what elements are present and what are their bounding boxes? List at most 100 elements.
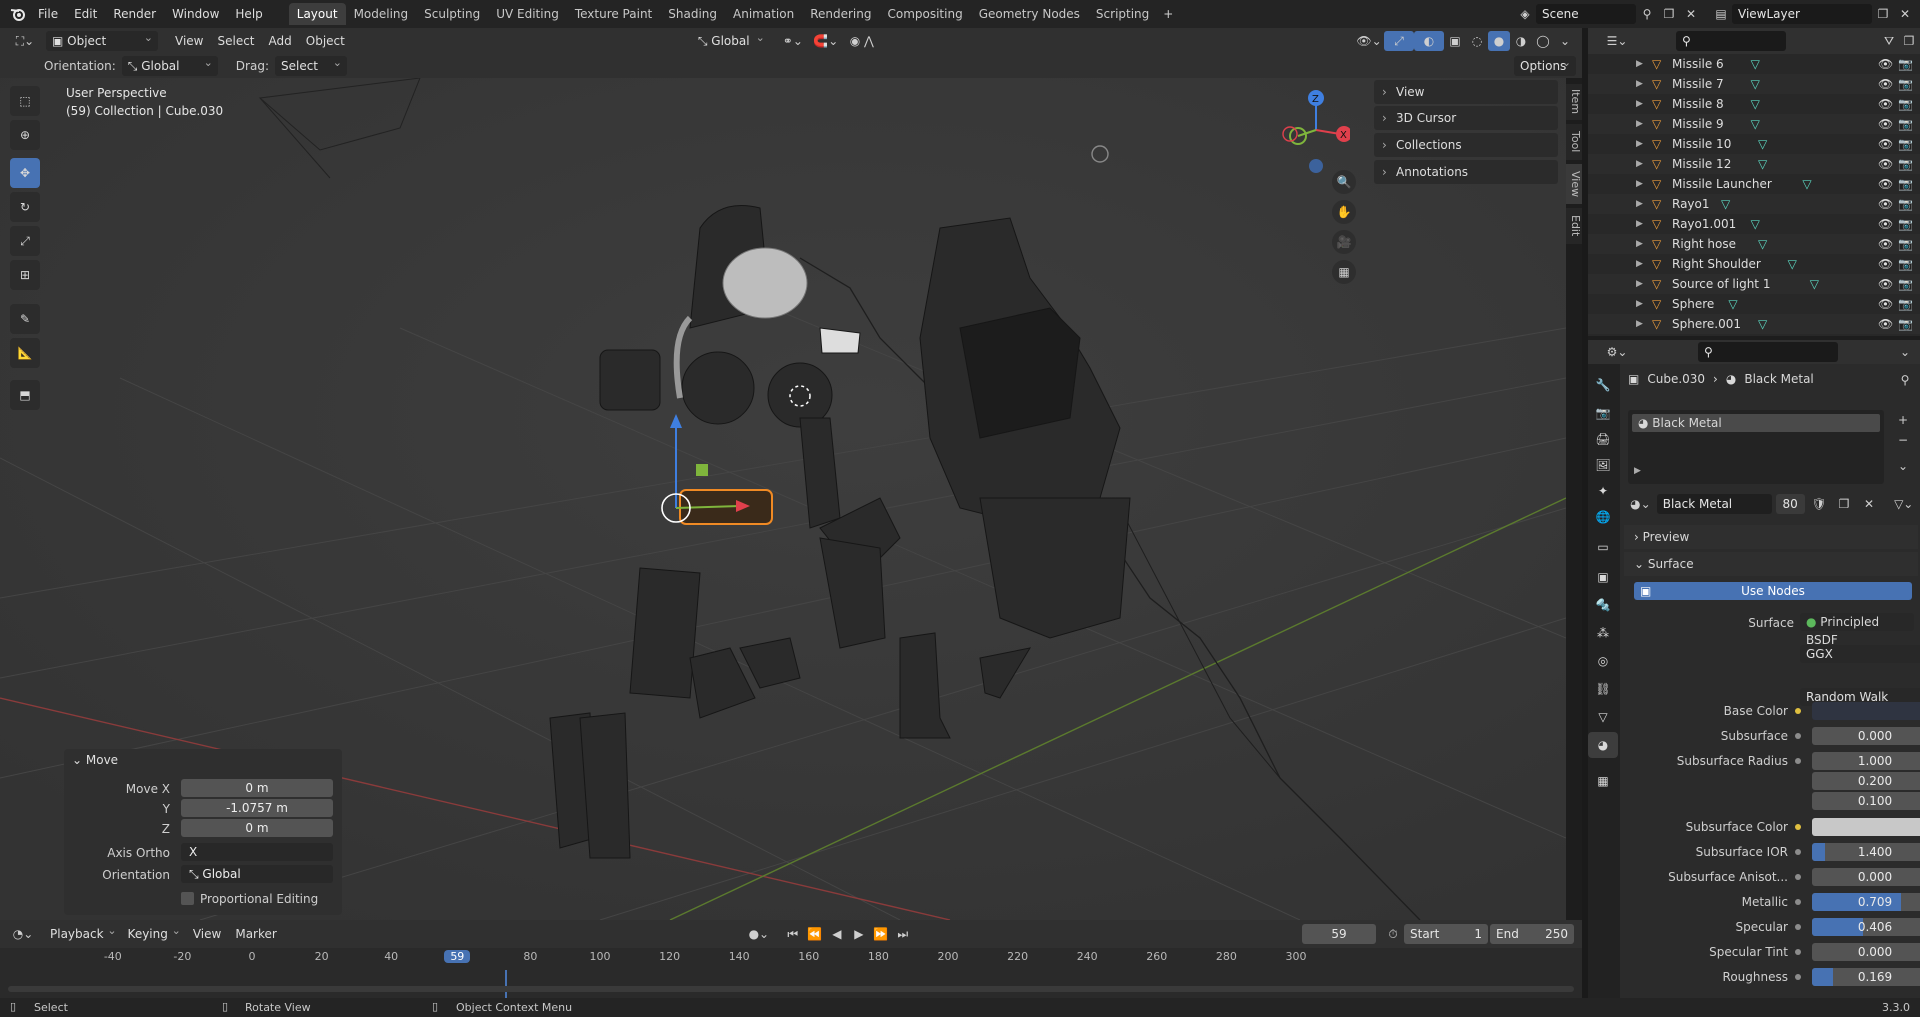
property-field[interactable]: 0.000 xyxy=(1812,943,1920,961)
view-layer-tab-icon[interactable]: 🖼 xyxy=(1588,452,1618,478)
visibility-eye-icon[interactable]: 👁 xyxy=(1878,257,1893,271)
mode-dropdown[interactable]: ▣ Object Mode xyxy=(46,28,158,68)
blender-logo-icon[interactable] xyxy=(6,4,30,24)
expand-arrow-icon[interactable]: ▶ xyxy=(1636,259,1643,269)
menu-help[interactable]: Help xyxy=(227,3,270,25)
visibility-eye-icon[interactable]: 👁 xyxy=(1878,217,1893,231)
list-expand-icon[interactable]: ▶ xyxy=(1634,466,1641,476)
outliner-row[interactable]: ▶ ▽ Right Shoulder ▽ 👁 📷 xyxy=(1588,254,1920,274)
tool-transform[interactable]: ⊞ xyxy=(10,260,40,290)
new-scene-icon[interactable]: ❐ xyxy=(1658,4,1680,24)
render-camera-icon[interactable]: 📷 xyxy=(1898,257,1913,271)
orientation-panel-dropdown[interactable]: ⤡ Global xyxy=(181,865,333,883)
menu-add[interactable]: Add xyxy=(262,34,299,48)
xray-icon[interactable]: ▣ xyxy=(1444,31,1466,51)
render-camera-icon[interactable]: 📷 xyxy=(1898,137,1913,151)
tab-animation[interactable]: Animation xyxy=(725,3,802,25)
tab-tool[interactable]: Tool xyxy=(1566,124,1582,160)
scene-field[interactable]: Scene xyxy=(1536,4,1636,24)
render-camera-icon[interactable]: 📷 xyxy=(1898,297,1913,311)
material-slot-row[interactable]: ◕ Black Metal xyxy=(1632,414,1880,432)
pin-properties-icon[interactable]: ⚲ xyxy=(1894,370,1916,390)
properties-search[interactable]: ⚲ xyxy=(1698,342,1838,362)
property-field[interactable]: 0.406 xyxy=(1812,918,1920,936)
end-frame-field[interactable]: End 250 xyxy=(1490,924,1574,944)
timeline-view-menu[interactable]: View xyxy=(186,927,228,941)
render-camera-icon[interactable]: 📷 xyxy=(1898,197,1913,211)
new-collection-icon[interactable]: ❐ xyxy=(1898,31,1920,51)
expand-arrow-icon[interactable]: ▶ xyxy=(1636,79,1643,89)
drag-dropdown[interactable]: Select Box xyxy=(274,53,347,93)
jump-keyframe-forward-icon[interactable]: ⏩ xyxy=(870,924,892,944)
collection-tab-icon[interactable]: ▭ xyxy=(1588,534,1618,560)
tab-compositing[interactable]: Compositing xyxy=(879,3,970,25)
socket-dot-icon[interactable] xyxy=(1795,974,1801,980)
add-slot-icon[interactable]: + xyxy=(1892,410,1914,430)
expand-arrow-icon[interactable]: ▶ xyxy=(1636,299,1643,309)
zoom-icon[interactable]: 🔍 xyxy=(1332,170,1356,194)
marker-menu[interactable]: Marker xyxy=(228,927,283,941)
object-tab-icon[interactable]: ▣ xyxy=(1588,564,1618,590)
clock-icon[interactable]: ⏱ xyxy=(1382,924,1404,944)
menu-render[interactable]: Render xyxy=(105,3,164,25)
tool-add-cube[interactable]: ⬒ xyxy=(10,380,40,410)
tab-uv-editing[interactable]: UV Editing xyxy=(488,3,567,25)
timeline-editor-icon[interactable]: ◔⌄ xyxy=(8,924,38,944)
socket-dot-icon[interactable] xyxy=(1795,758,1801,764)
outliner-row[interactable]: ▶ ▽ Missile 9 ▽ 👁 📷 xyxy=(1588,114,1920,134)
axis-ortho-dropdown[interactable]: X xyxy=(181,843,333,861)
navigation-gizmo[interactable]: Z X xyxy=(1260,84,1350,174)
visibility-eye-icon[interactable]: 👁 xyxy=(1878,177,1893,191)
expand-arrow-icon[interactable]: ▶ xyxy=(1636,199,1643,209)
filter-icon[interactable]: ⛛ xyxy=(1878,31,1900,51)
orientation-dropdown[interactable]: ⤡ Global xyxy=(121,53,218,76)
expand-arrow-icon[interactable]: ▶ xyxy=(1636,99,1643,109)
property-field[interactable]: 1.000 xyxy=(1812,752,1920,770)
outliner-row[interactable]: ▶ ▽ Source of light 1 ▽ 👁 📷 xyxy=(1588,274,1920,294)
panel-view[interactable]: View xyxy=(1374,80,1558,104)
outliner-row[interactable]: ▶ ▽ Missile Launcher ▽ 👁 📷 xyxy=(1588,174,1920,194)
property-field[interactable] xyxy=(1812,818,1920,836)
tab-item[interactable]: Item xyxy=(1566,84,1582,120)
property-field[interactable]: 0.709 xyxy=(1812,893,1920,911)
menu-edit[interactable]: Edit xyxy=(66,3,105,25)
socket-dot-icon[interactable] xyxy=(1795,899,1801,905)
proportional-icon[interactable]: ◉ ⋀ xyxy=(844,31,880,51)
move-x-field[interactable]: 0 m xyxy=(181,779,333,797)
render-camera-icon[interactable]: 📷 xyxy=(1898,97,1913,111)
render-camera-icon[interactable]: 📷 xyxy=(1898,237,1913,251)
render-camera-icon[interactable]: 📷 xyxy=(1898,117,1913,131)
add-workspace-icon[interactable]: + xyxy=(1157,4,1179,24)
render-camera-icon[interactable]: 📷 xyxy=(1898,77,1913,91)
outliner-row[interactable]: ▶ ▽ Missile 7 ▽ 👁 📷 xyxy=(1588,74,1920,94)
current-frame-field[interactable]: 59 xyxy=(1302,924,1376,944)
render-camera-icon[interactable]: 📷 xyxy=(1898,217,1913,231)
outliner-row[interactable]: ▶ ▽ Sphere.001 ▽ 👁 📷 xyxy=(1588,314,1920,334)
start-frame-field[interactable]: Start 1 xyxy=(1404,924,1488,944)
unlink-material-icon[interactable]: ✕ xyxy=(1859,494,1880,514)
link-type-icon[interactable]: ▽⌄ xyxy=(1889,494,1918,514)
overlay-icon[interactable]: ◐ xyxy=(1414,31,1444,51)
material-users-count[interactable]: 80 xyxy=(1775,494,1805,514)
timeline-scrollbar[interactable] xyxy=(8,986,1574,992)
world-tab-icon[interactable]: 🌐 xyxy=(1588,504,1618,530)
constraints-tab-icon[interactable]: ⛓ xyxy=(1588,676,1618,702)
tab-layout[interactable]: Layout xyxy=(288,3,346,25)
proportional-checkbox[interactable] xyxy=(181,892,194,905)
tool-cursor[interactable]: ⊕ xyxy=(10,120,40,150)
expand-arrow-icon[interactable]: ▶ xyxy=(1636,139,1643,149)
move-panel-title[interactable]: ⌄ Move xyxy=(72,753,118,767)
panel-collections[interactable]: Collections xyxy=(1374,133,1558,157)
tool-tab-icon[interactable]: 🔧 xyxy=(1588,372,1618,398)
material-name-field[interactable]: Black Metal xyxy=(1656,494,1772,514)
visibility-eye-icon[interactable]: 👁 xyxy=(1878,157,1893,171)
3d-viewport[interactable]: User Perspective (59) Collection | Cube.… xyxy=(0,78,1566,920)
delete-view-layer-icon[interactable]: ✕ xyxy=(1894,4,1916,24)
expand-arrow-icon[interactable]: ▶ xyxy=(1636,219,1643,229)
physics-tab-icon[interactable]: ◎ xyxy=(1588,648,1618,674)
render-camera-icon[interactable]: 📷 xyxy=(1898,317,1913,331)
material-slot-list[interactable]: ◕ Black Metal ▶ xyxy=(1628,410,1884,484)
visibility-eye-icon[interactable]: 👁 xyxy=(1878,137,1893,151)
texture-tab-icon[interactable]: ▦ xyxy=(1588,768,1618,794)
solid-shading-icon[interactable]: ● xyxy=(1488,31,1510,51)
